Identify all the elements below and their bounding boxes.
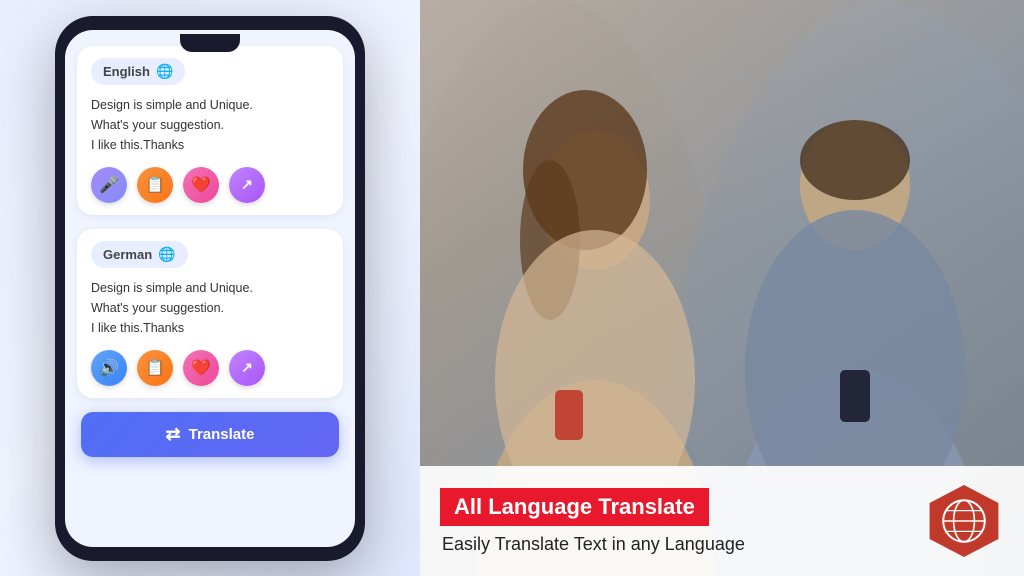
target-text: Design is simple and Unique. What's your… (91, 278, 329, 338)
source-lang-selector[interactable]: English 🌐 (91, 58, 329, 85)
target-lang-selector[interactable]: German 🌐 (91, 241, 329, 268)
target-action-buttons: 🔊 📋 ❤️ ↗ (91, 350, 329, 386)
share-button-source[interactable]: ↗ (229, 167, 265, 203)
right-panel: All Language Translate Easily Translate … (420, 0, 1024, 576)
source-action-buttons: 🎤 📋 ❤️ ↗ (91, 167, 329, 203)
phone-notch (180, 34, 240, 52)
source-text: Design is simple and Unique. What's your… (91, 95, 329, 155)
target-globe-icon: 🌐 (158, 246, 175, 263)
bottom-banner: All Language Translate Easily Translate … (420, 466, 1024, 576)
translate-button[interactable]: ⇄ Translate (81, 412, 339, 457)
copy-button-source[interactable]: 📋 (137, 167, 173, 203)
phone-mockup: English 🌐 Design is simple and Unique. W… (55, 16, 365, 561)
speaker-button[interactable]: 🔊 (91, 350, 127, 386)
favorite-button-source[interactable]: ❤️ (183, 167, 219, 203)
banner-text-block: All Language Translate Easily Translate … (440, 488, 909, 555)
banner-title: All Language Translate (440, 488, 709, 526)
source-card: English 🌐 Design is simple and Unique. W… (77, 46, 343, 215)
banner-subtitle: Easily Translate Text in any Language (440, 534, 909, 555)
phone-screen: English 🌐 Design is simple and Unique. W… (65, 30, 355, 547)
target-language-label: German (103, 247, 152, 262)
translate-button-label: Translate (189, 426, 255, 443)
mic-button[interactable]: 🎤 (91, 167, 127, 203)
source-language-label: English (103, 64, 150, 79)
target-language-pill[interactable]: German 🌐 (91, 241, 188, 268)
copy-button-target[interactable]: 📋 (137, 350, 173, 386)
share-button-target[interactable]: ↗ (229, 350, 265, 386)
globe-hexagon-icon (924, 481, 1004, 561)
source-globe-icon: 🌐 (156, 63, 173, 80)
translate-icon: ⇄ (166, 424, 181, 445)
favorite-button-target[interactable]: ❤️ (183, 350, 219, 386)
source-language-pill[interactable]: English 🌐 (91, 58, 185, 85)
left-panel: English 🌐 Design is simple and Unique. W… (0, 0, 420, 576)
target-card: German 🌐 Design is simple and Unique. Wh… (77, 229, 343, 398)
